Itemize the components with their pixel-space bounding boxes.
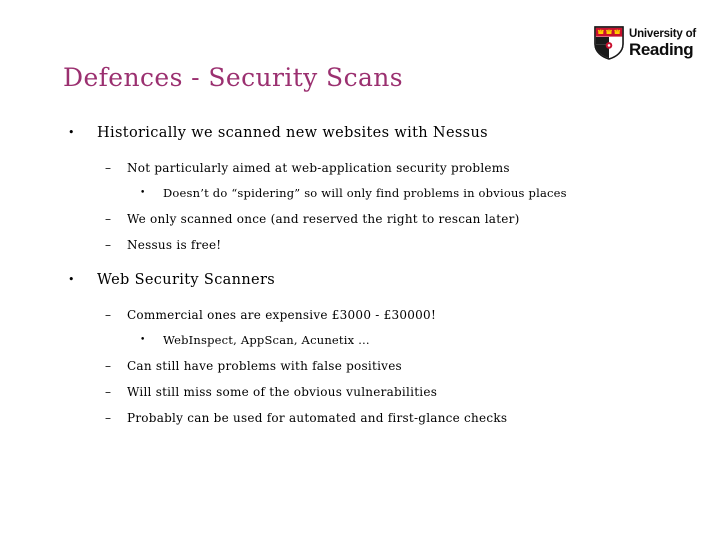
- bullet-text: Commercial ones are expensive £3000 - £3…: [127, 308, 437, 322]
- coat-of-arms-crest-icon: [594, 26, 624, 60]
- dash-marker-icon: –: [105, 359, 112, 373]
- bullet-text: We only scanned once (and reserved the r…: [127, 212, 520, 226]
- bullet-level2: – Nessus is free!: [0, 232, 720, 258]
- bullet-level3: • WebInspect, AppScan, Acunetix …: [0, 328, 720, 353]
- dash-marker-icon: –: [105, 238, 112, 252]
- bullet-text: Not particularly aimed at web-applicatio…: [127, 161, 510, 175]
- bullet-marker-icon: •: [68, 126, 75, 139]
- bullet-level2: – Commercial ones are expensive £3000 - …: [0, 302, 720, 328]
- bullet-text: WebInspect, AppScan, Acunetix …: [163, 333, 370, 347]
- bullet-marker-icon: •: [140, 188, 146, 198]
- dash-marker-icon: –: [105, 212, 112, 226]
- dash-marker-icon: –: [105, 385, 112, 399]
- slide-body: • Historically we scanned new websites w…: [0, 118, 720, 431]
- bullet-marker-icon: •: [68, 273, 75, 286]
- slide: University of Reading Defences - Securit…: [0, 0, 720, 540]
- bullet-text: Can still have problems with false posit…: [127, 359, 402, 373]
- logo-wordmark: University of Reading: [629, 27, 697, 60]
- bullet-level1: • Historically we scanned new websites w…: [0, 118, 720, 148]
- dash-marker-icon: –: [105, 308, 112, 322]
- bullet-level2: – Will still miss some of the obvious vu…: [0, 379, 720, 405]
- dash-marker-icon: –: [105, 161, 112, 175]
- bullet-text: Historically we scanned new websites wit…: [97, 125, 488, 141]
- slide-title: Defences - Security Scans: [63, 63, 404, 92]
- bullet-text: Web Security Scanners: [97, 272, 276, 288]
- bullet-text: Nessus is free!: [127, 238, 222, 252]
- university-of-reading-logo: University of Reading: [594, 26, 696, 60]
- dash-marker-icon: –: [105, 411, 112, 425]
- bullet-level2: – We only scanned once (and reserved the…: [0, 206, 720, 232]
- bullet-level3: • Doesn’t do “spidering” so will only fi…: [0, 181, 720, 206]
- bullet-level1: • Web Security Scanners: [0, 265, 720, 295]
- bullet-level2: – Not particularly aimed at web-applicat…: [0, 155, 720, 181]
- bullet-level2: – Probably can be used for automated and…: [0, 405, 720, 431]
- bullet-level2: – Can still have problems with false pos…: [0, 353, 720, 379]
- bullet-text: Doesn’t do “spidering” so will only find…: [163, 186, 567, 200]
- logo-line-reading: Reading: [629, 40, 694, 60]
- bullet-marker-icon: •: [140, 335, 146, 345]
- bullet-text: Will still miss some of the obvious vuln…: [127, 385, 438, 399]
- bullet-text: Probably can be used for automated and f…: [127, 411, 508, 425]
- logo-line-university-of: University of: [629, 27, 697, 40]
